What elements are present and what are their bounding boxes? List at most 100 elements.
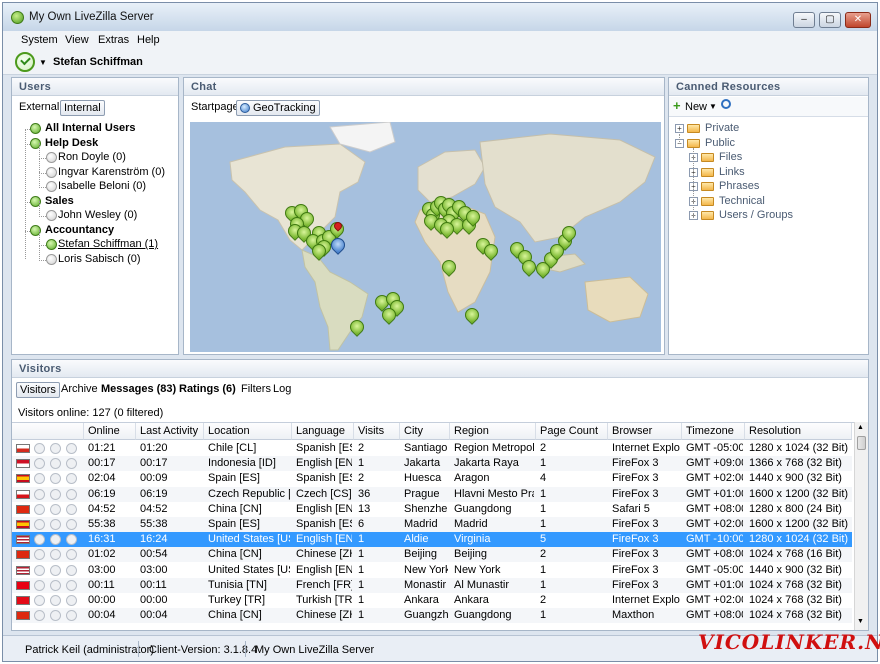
online-check-icon[interactable] bbox=[15, 52, 35, 72]
scroll-up-icon[interactable]: ▲ bbox=[857, 424, 864, 431]
info-icon[interactable] bbox=[66, 564, 77, 576]
grid-column-header[interactable]: Resolution bbox=[745, 423, 852, 440]
chat-bubble-icon[interactable] bbox=[34, 564, 45, 576]
table-cell: 04:52 bbox=[88, 502, 116, 515]
grid-column-header[interactable]: Online bbox=[84, 423, 136, 440]
visitors-panel: Visitors Visitors Archive Messages (83) Rat… bbox=[11, 359, 869, 631]
info-icon[interactable] bbox=[66, 610, 77, 622]
info-icon[interactable] bbox=[66, 519, 77, 530]
minimize-button[interactable]: – bbox=[793, 12, 815, 28]
menu-help[interactable]: Help bbox=[137, 34, 160, 46]
maximize-button[interactable]: ▢ bbox=[819, 12, 841, 28]
grid-column-header[interactable]: Language bbox=[292, 423, 354, 440]
grid-column-header[interactable]: Region bbox=[450, 423, 536, 440]
menu-view[interactable]: View bbox=[65, 34, 89, 46]
table-row[interactable]: 01:02 00:54 China [CN] Chinese [ZH] 1 Beijing… bbox=[12, 547, 852, 563]
table-row[interactable]: 00:11 00:11 Tunisia [TN] French [FR] 1 Monast… bbox=[12, 577, 852, 593]
chat-bubble-icon[interactable] bbox=[34, 549, 45, 561]
table-row[interactable]: 02:04 00:09 Spain [ES] Spanish [ES] 2 Huesca A… bbox=[12, 471, 852, 486]
table-row[interactable]: 03:00 03:00 United States [US] English [EN]… bbox=[12, 563, 852, 578]
canned-tree-item[interactable]: Technical bbox=[719, 195, 765, 209]
grid-column-header[interactable]: Location bbox=[204, 423, 292, 440]
menu-system[interactable]: System bbox=[21, 34, 58, 46]
invite-icon[interactable] bbox=[50, 595, 61, 606]
chat-bubble-icon[interactable] bbox=[34, 488, 45, 500]
info-icon[interactable] bbox=[66, 503, 77, 515]
table-row[interactable]: 16:31 16:24 United States [US] English [EN]… bbox=[12, 532, 852, 548]
canned-tree-item[interactable]: Files bbox=[719, 151, 742, 165]
scroll-down-icon[interactable]: ▼ bbox=[857, 618, 864, 625]
chat-bubble-icon[interactable] bbox=[34, 579, 45, 591]
new-dropdown-icon[interactable]: ▼ bbox=[709, 102, 717, 111]
grid-column-header[interactable]: Last Activity bbox=[136, 423, 204, 440]
table-row[interactable]: 01:21 01:20 Chile [CL] Spanish [ES] 2 Santiag… bbox=[12, 441, 852, 456]
invite-icon[interactable] bbox=[50, 610, 61, 622]
tree-expander-icon[interactable]: + bbox=[675, 124, 684, 133]
visitors-tab[interactable]: Filters bbox=[238, 382, 274, 398]
table-row[interactable]: 06:19 06:19 Czech Republic [CZ] Czech [CS] 3… bbox=[12, 486, 852, 502]
table-row[interactable]: 00:00 00:00 Turkey [TR] Turkish [TR] 1 Ankara… bbox=[12, 593, 852, 608]
chat-bubble-icon[interactable] bbox=[34, 534, 45, 546]
table-cell: GMT +08:00 bbox=[686, 548, 743, 561]
tree-connector bbox=[679, 134, 680, 144]
visitors-tab[interactable]: Ratings (6) bbox=[176, 382, 239, 398]
chat-bubble-icon[interactable] bbox=[34, 595, 45, 606]
table-row[interactable]: 00:17 00:17 Indonesia [ID] English [EN] 1 Jak… bbox=[12, 456, 852, 472]
canned-tree-item[interactable]: Public bbox=[705, 137, 735, 151]
chat-bubble-icon[interactable] bbox=[34, 443, 45, 454]
info-icon[interactable] bbox=[66, 579, 77, 591]
chat-bubble-icon[interactable] bbox=[34, 473, 45, 485]
info-icon[interactable] bbox=[66, 458, 77, 470]
grid-column-header[interactable]: City bbox=[400, 423, 450, 440]
invite-icon[interactable] bbox=[50, 473, 61, 485]
tab-internal[interactable]: Internal bbox=[60, 100, 105, 116]
visitors-scrollbar[interactable]: ▲ ▼ bbox=[854, 422, 868, 630]
tab-startpage[interactable]: Startpage bbox=[188, 100, 242, 116]
geotracking-map[interactable] bbox=[190, 122, 661, 352]
chat-bubble-icon[interactable] bbox=[34, 519, 45, 530]
title-bar[interactable]: My Own LiveZilla Server – ▢ ✕ bbox=[3, 3, 877, 31]
info-icon[interactable] bbox=[66, 488, 77, 500]
tab-geotracking[interactable]: GeoTracking bbox=[236, 100, 320, 116]
search-icon[interactable] bbox=[721, 99, 731, 109]
close-button[interactable]: ✕ bbox=[845, 12, 871, 28]
grid-column-header[interactable]: Timezone bbox=[682, 423, 745, 440]
info-icon[interactable] bbox=[66, 473, 77, 485]
new-button[interactable]: New bbox=[685, 101, 707, 113]
chat-bubble-icon[interactable] bbox=[34, 610, 45, 622]
table-row[interactable]: 04:52 04:52 China [CN] English [EN] 13 Shenzh… bbox=[12, 502, 852, 517]
visitors-tab[interactable]: Messages (83) bbox=[98, 382, 179, 398]
grid-column-header[interactable]: Browser bbox=[608, 423, 682, 440]
invite-icon[interactable] bbox=[50, 534, 61, 546]
table-row[interactable]: 00:04 00:04 China [CN] Chinese [ZH] 1 Guangzh… bbox=[12, 608, 852, 624]
new-plus-icon[interactable]: + bbox=[673, 99, 681, 112]
invite-icon[interactable] bbox=[50, 503, 61, 515]
info-icon[interactable] bbox=[66, 549, 77, 561]
info-icon[interactable] bbox=[66, 443, 77, 454]
canned-tree-item[interactable]: Links bbox=[719, 166, 745, 180]
info-icon[interactable] bbox=[66, 595, 77, 606]
chat-bubble-icon[interactable] bbox=[34, 458, 45, 470]
tab-external[interactable]: External bbox=[16, 100, 62, 116]
scroll-thumb[interactable] bbox=[857, 436, 866, 450]
invite-icon[interactable] bbox=[50, 443, 61, 454]
invite-icon[interactable] bbox=[50, 519, 61, 530]
invite-icon[interactable] bbox=[50, 458, 61, 470]
invite-icon[interactable] bbox=[50, 564, 61, 576]
visitors-tab[interactable]: Log bbox=[270, 382, 294, 398]
table-row[interactable]: 55:38 55:38 Spain [ES] Spanish [ES] 6 Madrid M… bbox=[12, 517, 852, 532]
visitors-tab[interactable]: Archive bbox=[58, 382, 101, 398]
invite-icon[interactable] bbox=[50, 579, 61, 591]
menu-extras[interactable]: Extras bbox=[98, 34, 129, 46]
info-icon[interactable] bbox=[66, 534, 77, 546]
status-dropdown-icon[interactable]: ▼ bbox=[39, 58, 47, 67]
grid-column-header[interactable]: Page Count bbox=[536, 423, 608, 440]
canned-tree-item[interactable]: Users / Groups bbox=[719, 209, 793, 223]
invite-icon[interactable] bbox=[50, 549, 61, 561]
grid-column-header[interactable]: Visits bbox=[354, 423, 400, 440]
visitors-tab[interactable]: Visitors bbox=[16, 382, 60, 398]
chat-bubble-icon[interactable] bbox=[34, 503, 45, 515]
canned-tree-item[interactable]: Phrases bbox=[719, 180, 759, 194]
invite-icon[interactable] bbox=[50, 488, 61, 500]
canned-tree-item[interactable]: Private bbox=[705, 122, 739, 136]
